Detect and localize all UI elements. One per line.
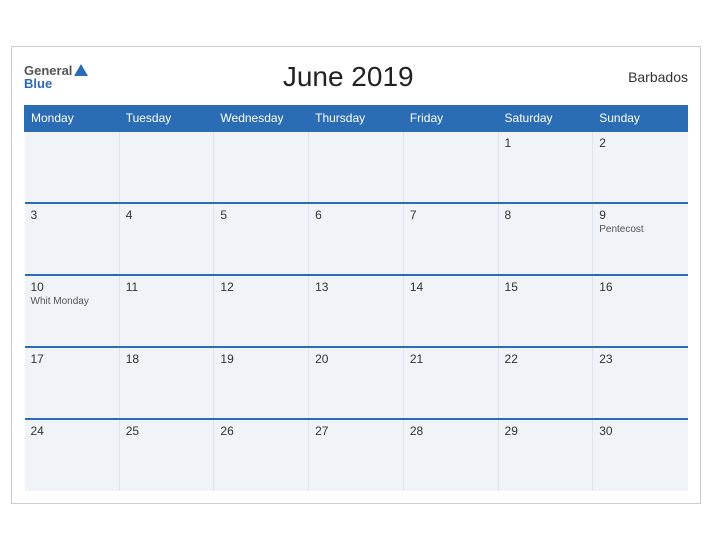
- calendar-cell: [25, 131, 120, 203]
- calendar-cell: 4: [119, 203, 214, 275]
- day-number: 10: [31, 280, 113, 294]
- calendar-cell: 10 Whit Monday: [25, 275, 120, 347]
- day-number: 9: [599, 208, 681, 222]
- week-row-5: 24 25 26 27 28 29 30: [25, 419, 688, 491]
- calendar-cell: 30: [593, 419, 688, 491]
- day-number: 3: [31, 208, 113, 222]
- calendar-cell: 20: [309, 347, 404, 419]
- weekday-header-sunday: Sunday: [593, 106, 688, 132]
- calendar-cell: 9 Pentecost: [593, 203, 688, 275]
- logo-triangle-icon: [74, 64, 88, 76]
- calendar-cell: 17: [25, 347, 120, 419]
- calendar-cell: 27: [309, 419, 404, 491]
- calendar-cell: 19: [214, 347, 309, 419]
- day-number: 11: [126, 280, 208, 294]
- day-number: 28: [410, 424, 492, 438]
- week-row-4: 17 18 19 20 21 22 23: [25, 347, 688, 419]
- calendar-cell: 18: [119, 347, 214, 419]
- calendar-cell: 24: [25, 419, 120, 491]
- day-number: 30: [599, 424, 681, 438]
- calendar-cell: 22: [498, 347, 593, 419]
- day-number: 8: [505, 208, 587, 222]
- calendar-header: General Blue June 2019 Barbados: [24, 57, 688, 97]
- day-number: 2: [599, 136, 681, 150]
- calendar-cell: [403, 131, 498, 203]
- weekday-header-row: MondayTuesdayWednesdayThursdayFridaySatu…: [25, 106, 688, 132]
- calendar-cell: 13: [309, 275, 404, 347]
- calendar-cell: 16: [593, 275, 688, 347]
- day-number: 6: [315, 208, 397, 222]
- holiday-label: Whit Monday: [31, 296, 113, 307]
- calendar-cell: 1: [498, 131, 593, 203]
- calendar-cell: [214, 131, 309, 203]
- day-number: 7: [410, 208, 492, 222]
- weekday-header-wednesday: Wednesday: [214, 106, 309, 132]
- week-row-2: 3456789 Pentecost: [25, 203, 688, 275]
- day-number: 4: [126, 208, 208, 222]
- day-number: 16: [599, 280, 681, 294]
- day-number: 21: [410, 352, 492, 366]
- calendar-cell: 25: [119, 419, 214, 491]
- calendar-table: MondayTuesdayWednesdayThursdayFridaySatu…: [24, 105, 688, 491]
- calendar-cell: 2: [593, 131, 688, 203]
- calendar-cell: 7: [403, 203, 498, 275]
- weekday-header-saturday: Saturday: [498, 106, 593, 132]
- calendar-cell: 29: [498, 419, 593, 491]
- day-number: 23: [599, 352, 681, 366]
- day-number: 18: [126, 352, 208, 366]
- day-number: 19: [220, 352, 302, 366]
- calendar-cell: 15: [498, 275, 593, 347]
- day-number: 27: [315, 424, 397, 438]
- calendar-cell: 12: [214, 275, 309, 347]
- day-number: 22: [505, 352, 587, 366]
- day-number: 14: [410, 280, 492, 294]
- week-row-3: 10 Whit Monday 11 12 13 14 15 16: [25, 275, 688, 347]
- day-number: 29: [505, 424, 587, 438]
- calendar-cell: 21: [403, 347, 498, 419]
- day-number: 24: [31, 424, 113, 438]
- day-number: 17: [31, 352, 113, 366]
- day-number: 13: [315, 280, 397, 294]
- calendar-cell: 6: [309, 203, 404, 275]
- calendar-cell: 14: [403, 275, 498, 347]
- calendar-container: General Blue June 2019 Barbados MondayTu…: [11, 46, 701, 504]
- day-number: 20: [315, 352, 397, 366]
- weekday-header-monday: Monday: [25, 106, 120, 132]
- day-number: 12: [220, 280, 302, 294]
- calendar-cell: 23: [593, 347, 688, 419]
- day-number: 26: [220, 424, 302, 438]
- day-number: 1: [505, 136, 587, 150]
- calendar-cell: 5: [214, 203, 309, 275]
- weekday-header-thursday: Thursday: [309, 106, 404, 132]
- weekday-header-tuesday: Tuesday: [119, 106, 214, 132]
- day-number: 15: [505, 280, 587, 294]
- day-number: 5: [220, 208, 302, 222]
- calendar-cell: 8: [498, 203, 593, 275]
- calendar-cell: 26: [214, 419, 309, 491]
- calendar-cell: [119, 131, 214, 203]
- month-title: June 2019: [88, 61, 608, 93]
- logo-blue-text: Blue: [24, 77, 52, 90]
- calendar-cell: 11: [119, 275, 214, 347]
- weekday-header-friday: Friday: [403, 106, 498, 132]
- calendar-cell: 28: [403, 419, 498, 491]
- holiday-label: Pentecost: [599, 224, 681, 235]
- calendar-cell: [309, 131, 404, 203]
- week-row-1: 12: [25, 131, 688, 203]
- country-label: Barbados: [608, 69, 688, 85]
- day-number: 25: [126, 424, 208, 438]
- logo: General Blue: [24, 64, 88, 90]
- calendar-cell: 3: [25, 203, 120, 275]
